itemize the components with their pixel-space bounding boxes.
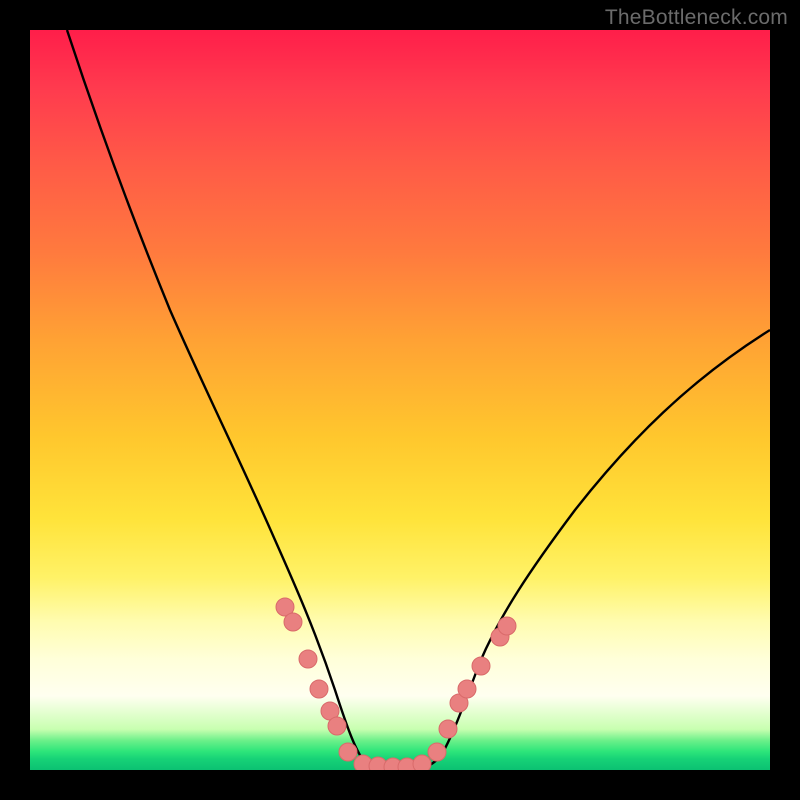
- plot-area: [30, 30, 770, 770]
- curve-layer: [30, 30, 770, 770]
- watermark-text: TheBottleneck.com: [605, 6, 788, 30]
- bottleneck-curve: [67, 30, 770, 769]
- outer-frame: TheBottleneck.com: [0, 0, 800, 800]
